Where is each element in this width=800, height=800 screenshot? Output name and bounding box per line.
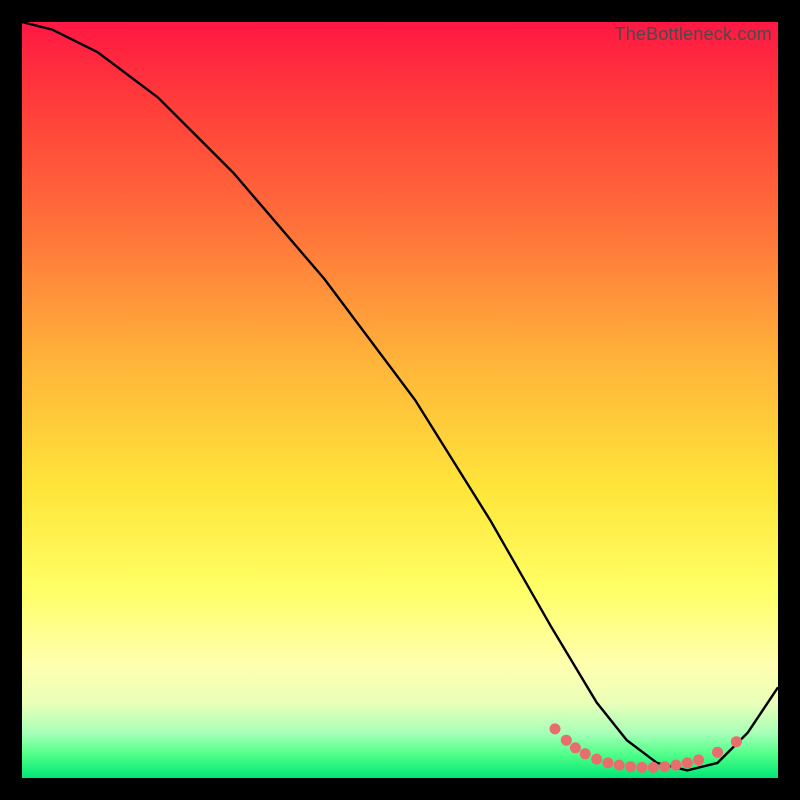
- data-dot: [591, 754, 602, 765]
- data-dot: [659, 761, 670, 772]
- data-dot: [580, 748, 591, 759]
- bottleneck-curve: [22, 22, 778, 770]
- data-dot: [570, 742, 581, 753]
- watermark-text: TheBottleneck.com: [615, 24, 772, 45]
- data-dot: [693, 754, 704, 765]
- data-dot: [636, 762, 647, 773]
- chart-svg: [22, 22, 778, 778]
- curve-dots: [550, 723, 742, 773]
- data-dot: [614, 760, 625, 771]
- plot-area: TheBottleneck.com: [22, 22, 778, 778]
- chart-frame: TheBottleneck.com: [0, 0, 800, 800]
- data-dot: [682, 757, 693, 768]
- data-dot: [670, 760, 681, 771]
- data-dot: [561, 735, 572, 746]
- data-dot: [625, 761, 636, 772]
- data-dot: [550, 723, 561, 734]
- data-dot: [648, 762, 659, 773]
- data-dot: [731, 736, 742, 747]
- data-dot: [712, 747, 723, 758]
- data-dot: [602, 757, 613, 768]
